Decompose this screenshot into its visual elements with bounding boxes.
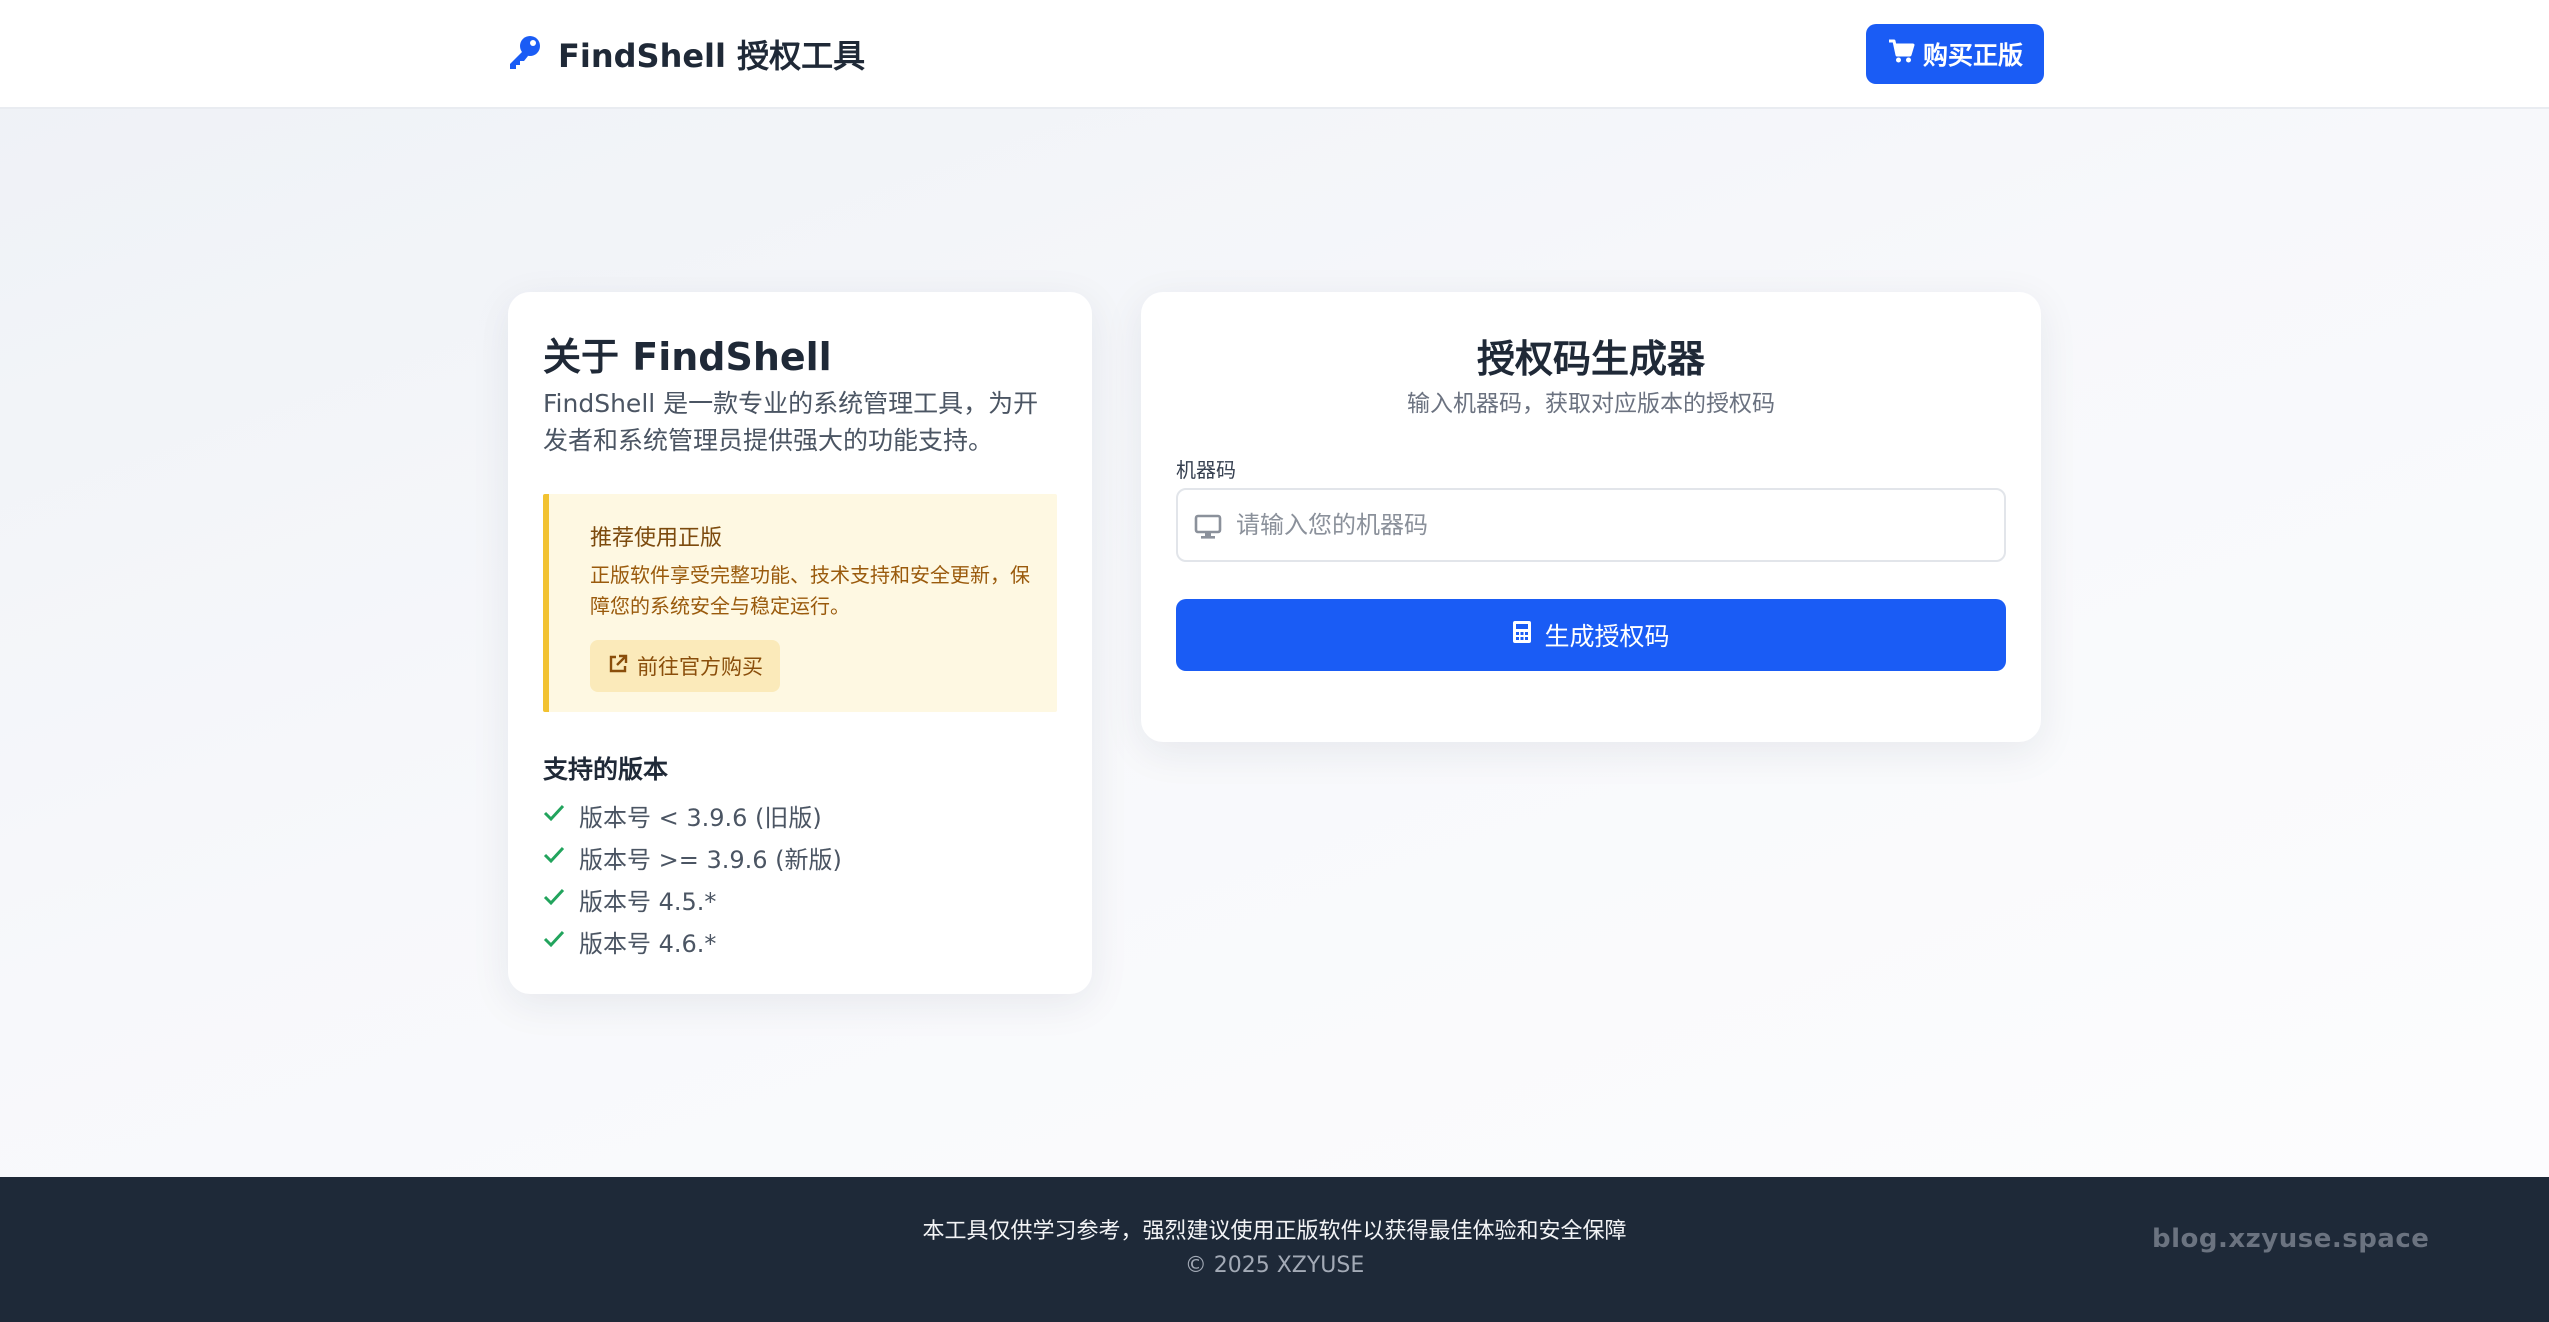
- list-item: 版本号 4.6.*: [543, 920, 842, 962]
- watermark: blog.xzyuse.space: [2152, 1224, 2430, 1254]
- check-icon: [543, 885, 565, 913]
- buy-genuine-button[interactable]: 购买正版: [1866, 24, 2044, 84]
- buy-button-label: 购买正版: [1922, 41, 2023, 70]
- generator-card: 授权码生成器 输入机器码，获取对应版本的授权码 机器码 生成授: [1141, 292, 2041, 742]
- notice-text: 正版软件享受完整功能、技术支持和安全更新，保障您的系统安全与稳定运行。: [590, 563, 1030, 618]
- footer-copyright: © 2025 XZYUSE: [1184, 1253, 1365, 1278]
- machine-code-field[interactable]: [1176, 488, 2006, 562]
- official-purchase-label: 前往官方购买: [637, 655, 763, 679]
- official-purchase-link[interactable]: 前往官方购买: [590, 640, 780, 692]
- key-icon: [504, 32, 544, 76]
- generate-button-label: 生成授权码: [1544, 622, 1670, 651]
- brand[interactable]: FindShell 授权工具: [504, 30, 865, 78]
- notice-title: 推荐使用正版: [590, 526, 723, 551]
- generate-code-button[interactable]: 生成授权码: [1176, 599, 2006, 671]
- cart-icon: [1887, 37, 1915, 71]
- machine-code-label: 机器码: [1176, 458, 1236, 482]
- generator-title: 授权码生成器: [1476, 337, 1705, 381]
- check-icon: [543, 801, 565, 829]
- external-link-icon: [607, 653, 629, 680]
- versions-title: 支持的版本: [543, 755, 669, 784]
- genuine-notice: 推荐使用正版 正版软件享受完整功能、技术支持和安全更新，保障您的系统安全与稳定运…: [543, 494, 1057, 712]
- about-description: FindShell 是一款专业的系统管理工具，为开发者和系统管理员提供强大的功能…: [543, 389, 1039, 455]
- list-item: 版本号 < 3.9.6 (旧版): [543, 794, 842, 836]
- list-item: 版本号 4.5.*: [543, 878, 842, 920]
- top-nav: FindShell 授权工具 购买正版: [0, 0, 2549, 109]
- footer: 本工具仅供学习参考，强烈建议使用正版软件以获得最佳体验和安全保障 © 2025 …: [0, 1177, 2549, 1322]
- about-title: 关于 FindShell: [543, 335, 832, 379]
- check-icon: [543, 927, 565, 955]
- about-card: 关于 FindShell FindShell 是一款专业的系统管理工具，为开发者…: [508, 292, 1092, 994]
- version-label: 版本号 >= 3.9.6 (新版): [579, 845, 842, 874]
- version-label: 版本号 4.5.*: [579, 887, 717, 916]
- list-item: 版本号 >= 3.9.6 (新版): [543, 836, 842, 878]
- check-icon: [543, 843, 565, 871]
- app-title: FindShell 授权工具: [558, 37, 866, 75]
- machine-code-input[interactable]: [1236, 490, 1996, 560]
- version-label: 版本号 4.6.*: [579, 929, 717, 958]
- versions-list: 版本号 < 3.9.6 (旧版) 版本号 >= 3.9.6 (新版) 版本号 4…: [543, 794, 842, 962]
- version-label: 版本号 < 3.9.6 (旧版): [579, 803, 822, 832]
- calculator-icon: [1512, 620, 1532, 650]
- generator-subtitle: 输入机器码，获取对应版本的授权码: [1407, 391, 1775, 417]
